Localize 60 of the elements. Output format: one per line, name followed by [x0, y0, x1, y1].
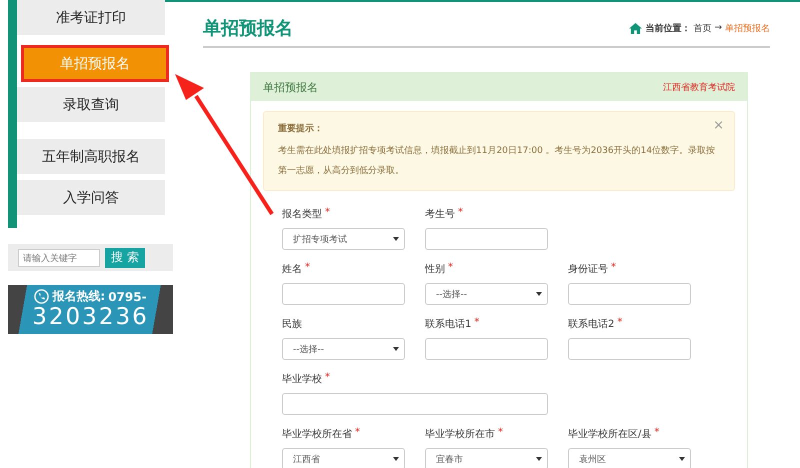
- field-label: 毕业学校所在市: [425, 428, 495, 441]
- required-mark: *: [498, 427, 503, 440]
- required-mark: *: [325, 207, 330, 220]
- field-label: 性别: [425, 262, 445, 276]
- dropdown[interactable]: 宜春市: [425, 448, 548, 468]
- input-field[interactable]: [282, 393, 548, 415]
- input-field[interactable]: [568, 338, 691, 360]
- hotline-number: 3203236: [32, 305, 149, 329]
- menu-item[interactable]: 准考证打印: [17, 0, 165, 35]
- required-mark: *: [325, 372, 330, 385]
- caret-icon: [536, 457, 542, 461]
- field-label: 毕业学校所在省: [282, 428, 352, 441]
- field-label: 毕业学校: [282, 372, 322, 386]
- required-mark: *: [654, 427, 660, 440]
- menu-item[interactable]: 录取查询: [17, 87, 165, 122]
- field-label: 民族: [282, 318, 302, 331]
- breadcrumb-separator: →: [714, 23, 722, 33]
- panel-title: 单招预报名: [263, 80, 318, 94]
- breadcrumb-label: 当前位置：: [645, 22, 690, 34]
- caret-icon: [536, 292, 542, 296]
- field-label: 联系电话1: [425, 318, 472, 331]
- phone-icon: [34, 289, 50, 304]
- required-mark: *: [355, 427, 360, 440]
- field-label: 毕业学校所在区/县: [568, 428, 652, 441]
- menu-item[interactable]: 五年制高职报名: [17, 139, 165, 174]
- caret-icon: [393, 347, 399, 351]
- required-mark: *: [611, 262, 616, 275]
- search-field[interactable]: 请输入关键字: [18, 248, 100, 266]
- field-label: 联系电话2: [568, 318, 614, 331]
- caret-icon: [679, 457, 685, 461]
- dropdown[interactable]: 袁州区: [568, 448, 691, 468]
- input-field[interactable]: [425, 338, 548, 360]
- required-mark: *: [617, 317, 622, 330]
- input-field[interactable]: [425, 228, 548, 250]
- caret-icon: [393, 457, 399, 461]
- menu-item[interactable]: 入学问答: [17, 180, 165, 215]
- dropdown[interactable]: 扩招专项考试: [282, 228, 405, 250]
- required-mark: *: [305, 262, 310, 275]
- field-label: 身份证号: [568, 263, 608, 276]
- home-icon: [629, 22, 642, 34]
- hotline-label: 报名热线:: [52, 288, 106, 305]
- organization-name: 江西省教育考试院: [663, 81, 735, 94]
- page-title: 单招预报名: [203, 17, 293, 40]
- breadcrumb-current: 单招预报名: [725, 22, 770, 34]
- notice-text: 考生需在此处填报扩招专项考试信息，填报截止到11月20日17:00 。考生号为2036开头的14位数字。录取按第一志愿，从高分到低分录取。: [278, 144, 716, 178]
- dropdown[interactable]: --选择--: [425, 283, 548, 305]
- dropdown[interactable]: --选择--: [282, 338, 405, 360]
- notice-title: 重要提示：: [278, 122, 323, 135]
- required-mark: *: [458, 207, 463, 220]
- required-mark: *: [448, 262, 453, 275]
- breadcrumb-link[interactable]: 首页: [693, 22, 712, 34]
- dropdown[interactable]: 江西省: [282, 448, 405, 468]
- caret-icon: [393, 237, 399, 241]
- hotline-prefix: 0795-: [108, 290, 147, 304]
- field-label: 姓名: [282, 263, 302, 276]
- required-mark: *: [474, 317, 480, 330]
- field-label: 考生号: [425, 208, 455, 221]
- input-field[interactable]: [568, 283, 691, 305]
- input-field[interactable]: [282, 283, 405, 305]
- field-label: 报名类型: [282, 208, 322, 221]
